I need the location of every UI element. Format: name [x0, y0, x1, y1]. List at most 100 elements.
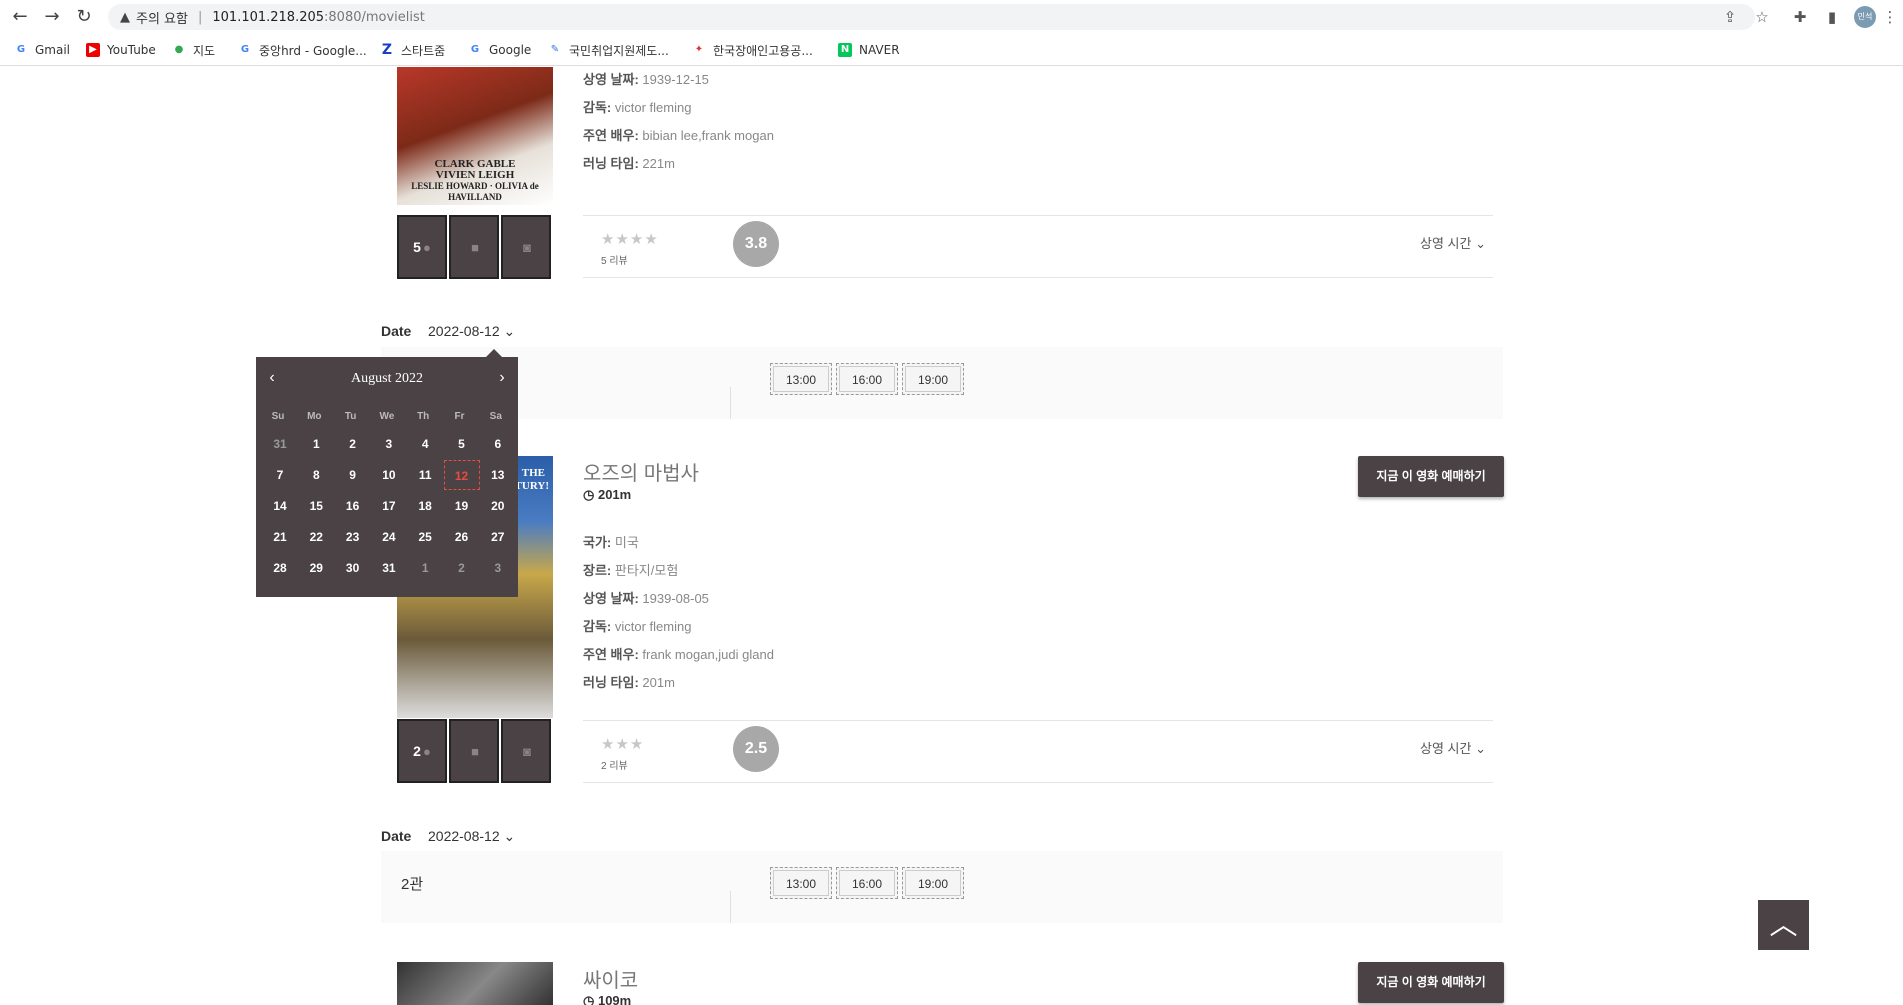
bookmark-google[interactable]: G Google — [468, 42, 531, 58]
google-icon: G — [240, 44, 250, 55]
divider — [583, 782, 1493, 783]
movie-title[interactable]: 오즈의 마법사 — [583, 457, 699, 486]
bookmark-hrd[interactable]: G 중앙hrd - Google... — [238, 42, 367, 58]
reviews-button[interactable]: 2 ● — [397, 719, 447, 783]
divider — [583, 720, 1493, 721]
clock-icon: ◷ — [583, 993, 595, 1005]
showtime-button[interactable]: 19:00 — [902, 867, 964, 899]
address-bar[interactable]: ▲ 주의 요함 | 101.101.218.205 :8080/movielis… — [108, 4, 1755, 30]
showtime-toggle[interactable]: 상영 시간 ⌄ — [1420, 233, 1486, 252]
calendar-day[interactable]: 31 — [371, 553, 407, 583]
bookmark-naver[interactable]: N NAVER — [838, 42, 900, 58]
showtime-button[interactable]: 16:00 — [836, 867, 898, 899]
bookmarks-bar: G Gmail ▶ YouTube ● 지도 G 중앙hrd - Google... Z… — [0, 34, 1903, 66]
chevron-down-icon: ⌄ — [503, 828, 516, 844]
calendar-day[interactable]: 8 — [298, 460, 334, 490]
video-button[interactable]: ■ — [449, 719, 499, 783]
calendar-day[interactable]: 2 — [335, 429, 371, 459]
browser-toolbar: ← → ↻ ▲ 주의 요함 | 101.101.218.205 :8080/mo… — [0, 0, 1903, 34]
bookmark-gmail[interactable]: G Gmail — [14, 42, 70, 58]
profile-avatar[interactable]: 민석 — [1854, 6, 1876, 28]
movie-details: 상영 날짜: 1939-12-15 감독: victor fleming 주연 … — [583, 72, 774, 171]
chevron-down-icon: ⌄ — [1475, 741, 1486, 756]
calendar-day[interactable]: 4 — [407, 429, 443, 459]
bookmark-youtube[interactable]: ▶ YouTube — [86, 42, 156, 58]
movie-title[interactable]: 싸이코 — [583, 964, 638, 993]
calendar-day[interactable]: 9 — [335, 460, 371, 490]
calendar-day[interactable]: 29 — [298, 553, 334, 583]
calendar-day[interactable]: 6 — [480, 429, 516, 459]
divider — [583, 215, 1493, 216]
calendar-day[interactable]: 12 — [443, 460, 480, 490]
photo-button[interactable]: ◙ — [501, 719, 551, 783]
zoom-z-icon: Z — [381, 42, 393, 58]
scroll-to-top-button[interactable]: ︿ — [1758, 900, 1809, 950]
comment-icon: ● — [422, 743, 431, 759]
calendar-day[interactable]: 5 — [444, 429, 480, 459]
agency-icon: ✦ — [694, 44, 704, 55]
calendar-day[interactable]: 19 — [444, 491, 480, 521]
rating-score: 2.5 — [733, 726, 779, 772]
poster-credit: LESLIE HOWARD · OLIVIA de HAVILLAND — [411, 181, 539, 202]
photo-button[interactable]: ◙ — [501, 215, 551, 279]
calendar-day[interactable]: 20 — [480, 491, 516, 521]
youtube-icon: ▶ — [86, 43, 100, 57]
calendar-day[interactable]: 23 — [335, 522, 371, 552]
movie-poster-gone-with-the-wind[interactable]: CLARK GABLE VIVIEN LEIGH LESLIE HOWARD ·… — [397, 67, 553, 205]
movie-poster-psycho[interactable] — [397, 962, 553, 1005]
calendar-day[interactable]: 14 — [262, 491, 298, 521]
reload-icon[interactable]: ↻ — [74, 7, 94, 27]
date-picker-toggle[interactable]: 2022-08-12 ⌄ — [428, 323, 515, 340]
calendar-day[interactable]: 21 — [262, 522, 298, 552]
bookmark-employment[interactable]: ✎ 국민취업지원제도... — [548, 42, 669, 58]
extensions-icon[interactable]: ✚ — [1790, 7, 1810, 27]
showtime-button[interactable]: 19:00 — [902, 363, 964, 395]
calendar-day[interactable]: 11 — [407, 460, 443, 490]
calendar-day[interactable]: 18 — [407, 491, 443, 521]
calendar-day[interactable]: 22 — [298, 522, 334, 552]
share-icon[interactable]: ⇪ — [1720, 7, 1740, 27]
book-now-button[interactable]: 지금 이 영화 예매하기 — [1358, 456, 1504, 497]
calendar-day[interactable]: 2 — [444, 553, 480, 583]
forward-arrow-icon[interactable]: → — [42, 7, 62, 27]
bookmark-disability-agency[interactable]: ✦ 한국장애인고용공... — [692, 42, 813, 58]
calendar-day[interactable]: 10 — [371, 460, 407, 490]
calendar-day[interactable]: 16 — [335, 491, 371, 521]
video-button[interactable]: ■ — [449, 215, 499, 279]
calendar-day[interactable]: 17 — [371, 491, 407, 521]
showtime-button[interactable]: 13:00 — [770, 363, 832, 395]
calendar-day[interactable]: 31 — [262, 429, 298, 459]
bookmark-startzoom[interactable]: Z 스타트줌 — [380, 42, 445, 58]
calendar-day[interactable]: 7 — [262, 460, 298, 490]
showtime-toggle[interactable]: 상영 시간 ⌄ — [1420, 738, 1486, 757]
calendar-day[interactable]: 30 — [335, 553, 371, 583]
calendar-day-of-week: Sa — [489, 411, 502, 422]
calendar-day[interactable]: 24 — [371, 522, 407, 552]
chevron-right-icon[interactable]: › — [492, 369, 512, 387]
menu-dots-icon[interactable]: ⋮ — [1880, 7, 1900, 27]
review-count: 5 리뷰 — [601, 256, 628, 267]
arrow-up-icon: ︿ — [1769, 909, 1798, 940]
book-now-button[interactable]: 지금 이 영화 예매하기 — [1358, 962, 1504, 1003]
date-label: Date — [381, 828, 412, 844]
bookmark-maps[interactable]: ● 지도 — [172, 42, 215, 58]
reviews-button[interactable]: 5 ● — [397, 215, 447, 279]
bookmark-star-icon[interactable]: ☆ — [1752, 7, 1772, 27]
calendar-day[interactable]: 25 — [407, 522, 443, 552]
calendar-day[interactable]: 28 — [262, 553, 298, 583]
calendar-day[interactable]: 13 — [480, 460, 516, 490]
url-host: 101.101.218.205 — [212, 9, 325, 25]
calendar-day[interactable]: 15 — [298, 491, 334, 521]
date-picker-toggle[interactable]: 2022-08-12 ⌄ — [428, 828, 515, 845]
calendar-day[interactable]: 26 — [444, 522, 480, 552]
calendar-day[interactable]: 3 — [371, 429, 407, 459]
calendar-day[interactable]: 3 — [480, 553, 516, 583]
calendar-day[interactable]: 27 — [480, 522, 516, 552]
calendar-day[interactable]: 1 — [298, 429, 334, 459]
showtime-button[interactable]: 16:00 — [836, 363, 898, 395]
side-panel-icon[interactable]: ▮ — [1822, 7, 1842, 27]
showtime-button[interactable]: 13:00 — [770, 867, 832, 899]
calendar-day[interactable]: 1 — [407, 553, 443, 583]
chevron-down-icon: ⌄ — [1475, 236, 1486, 251]
back-arrow-icon[interactable]: ← — [10, 7, 30, 27]
